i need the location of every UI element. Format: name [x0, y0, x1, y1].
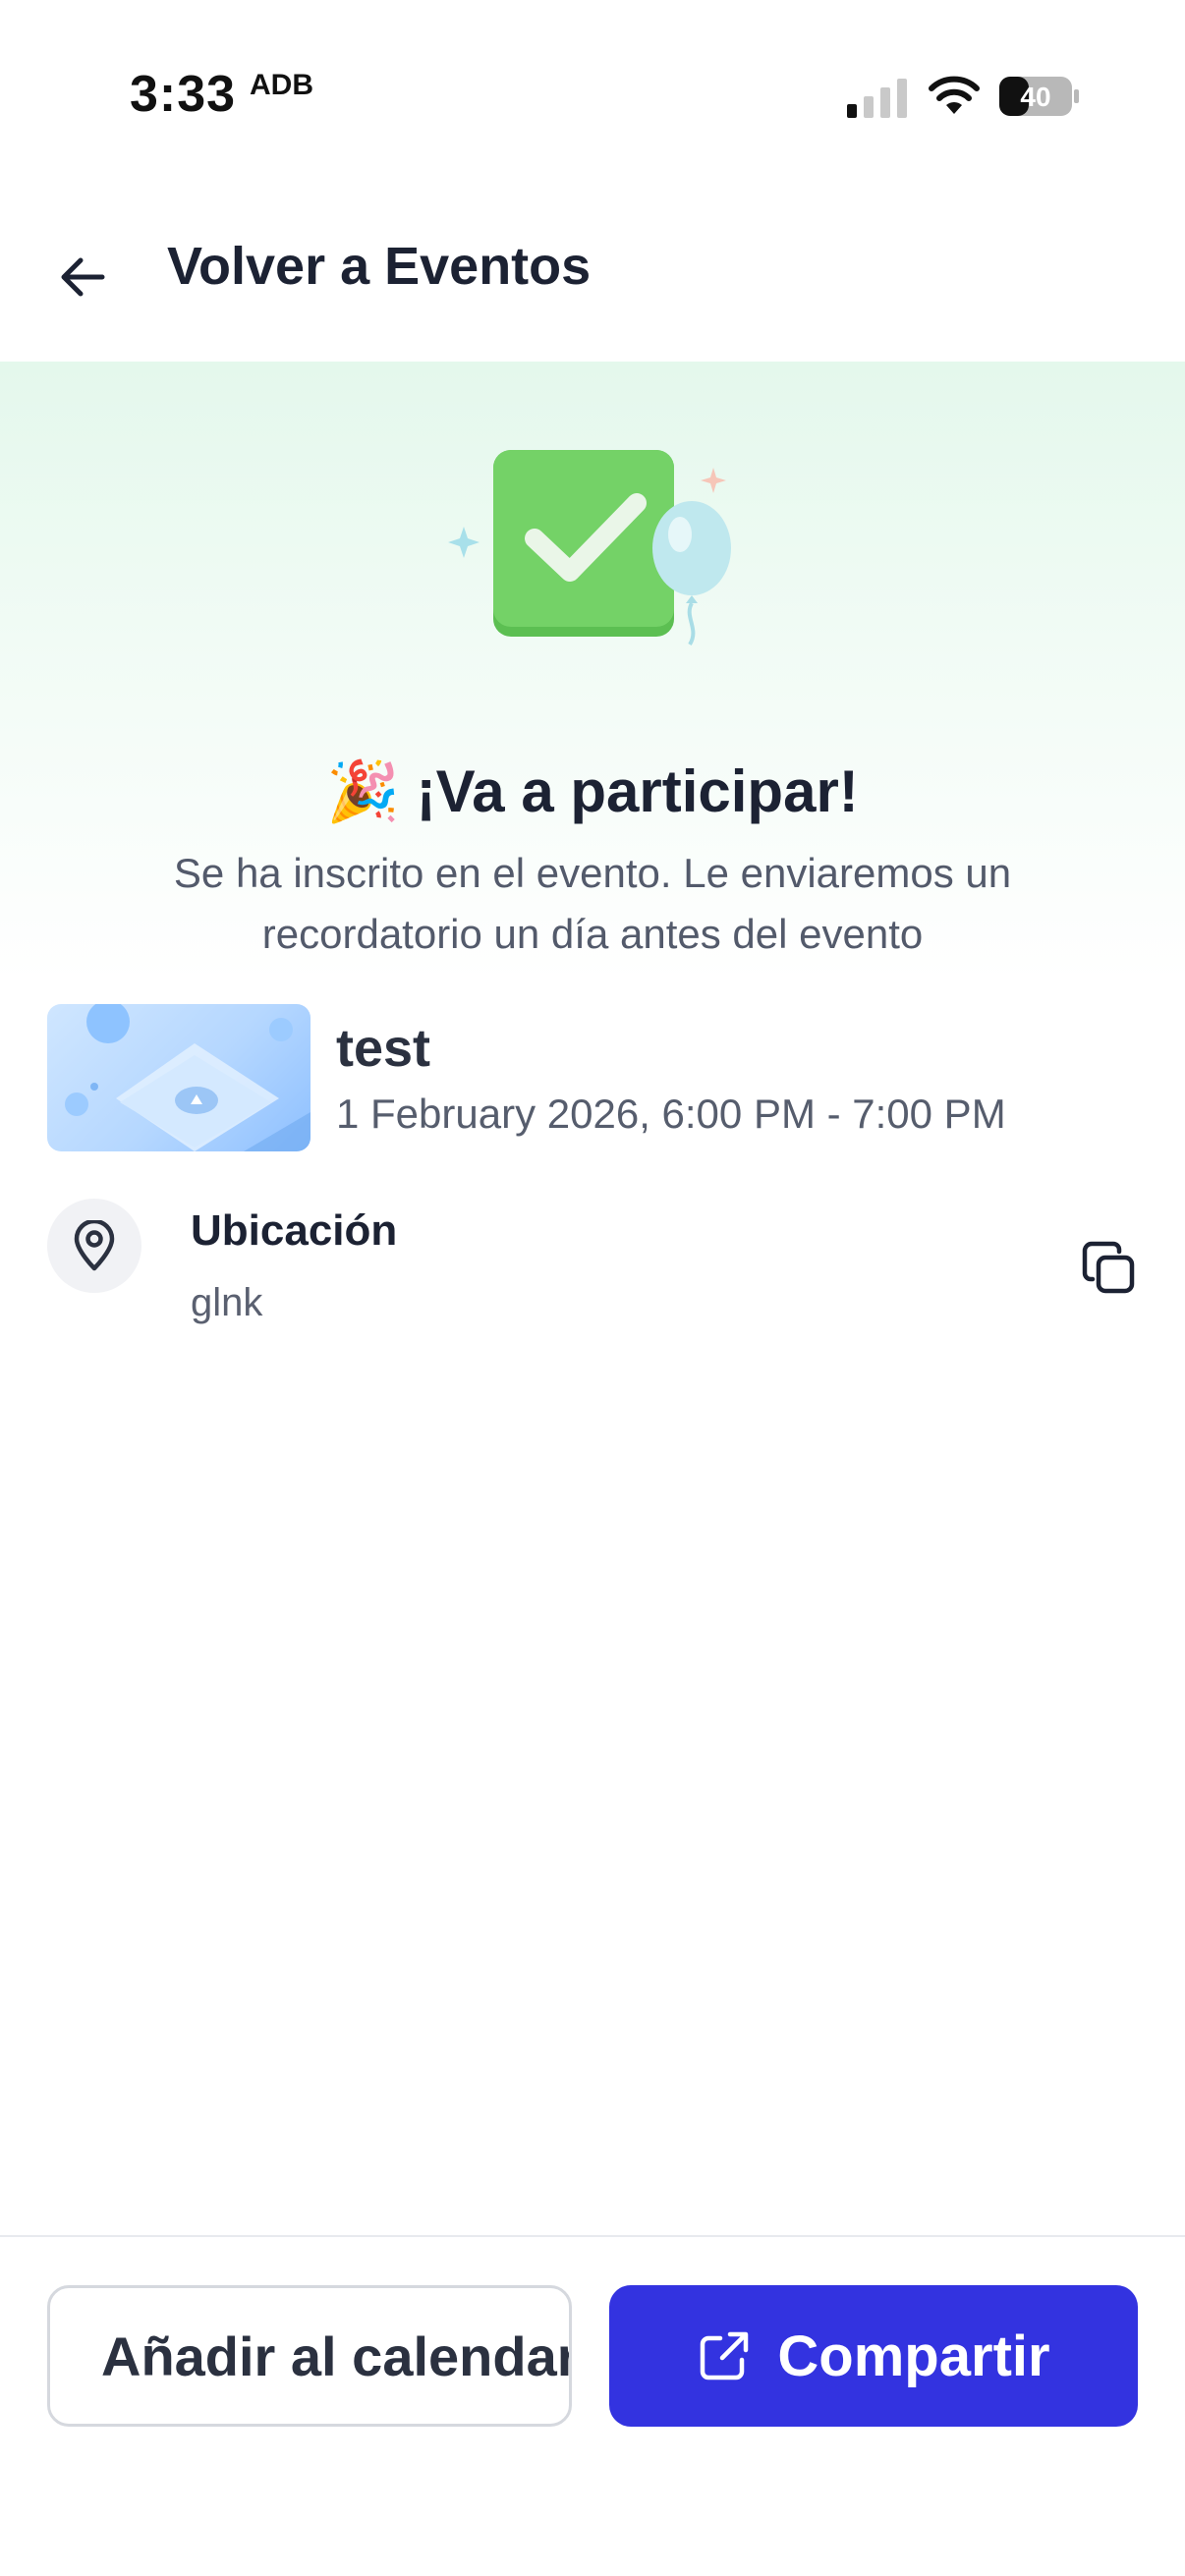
location-value: glnk: [191, 1281, 263, 1324]
status-bar: 3:33 ADB 40: [0, 0, 1185, 187]
add-to-calendar-label: Añadir al calendario: [101, 2324, 569, 2387]
event-summary[interactable]: test 1 February 2026, 6:00 PM - 7:00 PM: [47, 1004, 1138, 1151]
share-label: Compartir: [777, 2324, 1050, 2388]
event-datetime: 1 February 2026, 6:00 PM - 7:00 PM: [336, 1091, 1006, 1137]
checkmark-balloon-illustration: [448, 450, 731, 646]
status-time: 3:33: [130, 66, 237, 123]
success-hero: 🎉 ¡Va a participar! Se ha inscrito en el…: [0, 362, 1185, 980]
location-label: Ubicación: [191, 1206, 398, 1255]
status-extra-label: ADB: [250, 69, 313, 101]
hero-title-text: ¡Va a participar!: [416, 758, 859, 824]
footer-divider: [0, 2235, 1185, 2237]
wifi-icon: [929, 76, 980, 114]
share-button[interactable]: Compartir: [609, 2285, 1138, 2427]
cellular-signal-icon: [847, 79, 907, 118]
arrow-left-icon: [61, 257, 105, 297]
event-thumbnail: [47, 1004, 310, 1151]
copy-location-button[interactable]: [1077, 1236, 1140, 1299]
battery-icon: 40: [999, 77, 1079, 116]
map-pin-icon: [74, 1220, 115, 1271]
battery-level: 40: [1020, 82, 1050, 112]
hero-subtitle: Se ha inscrito en el evento. Le enviarem…: [173, 850, 1012, 957]
hero-title: 🎉 ¡Va a participar!: [0, 756, 1185, 826]
event-name: test: [336, 1019, 431, 1078]
event-location: Ubicación glnk: [47, 1199, 1138, 1346]
location-icon-badge: [47, 1199, 141, 1293]
copy-icon: [1082, 1241, 1135, 1294]
event-cover-image: [65, 1004, 310, 1151]
add-to-calendar-button[interactable]: Añadir al calendario: [47, 2285, 572, 2427]
back-button[interactable]: [47, 242, 118, 312]
party-popper-icon: 🎉: [326, 758, 400, 824]
top-navigation: Volver a Eventos: [0, 196, 1185, 362]
back-to-events-title[interactable]: Volver a Eventos: [167, 236, 591, 297]
external-link-icon: [701, 2331, 749, 2380]
